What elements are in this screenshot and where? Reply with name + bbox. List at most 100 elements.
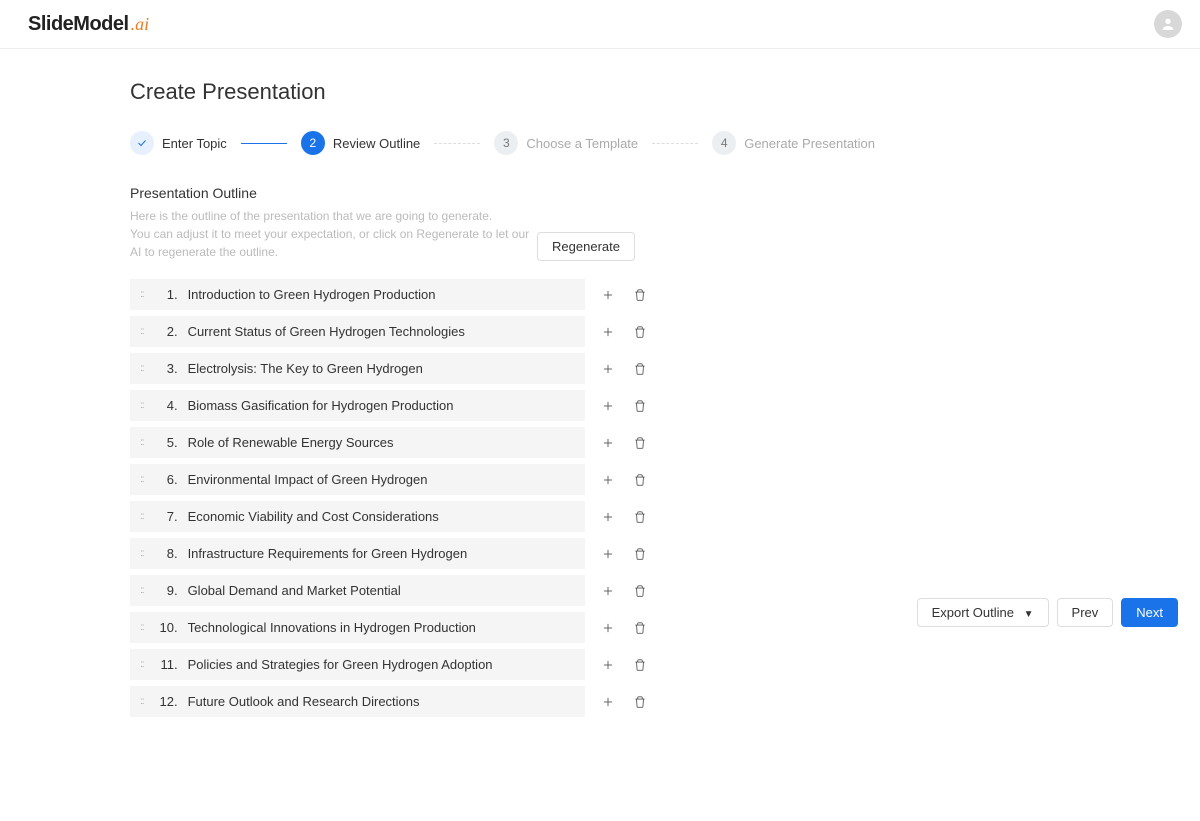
delete-slide-button[interactable] [631,323,649,341]
outline-item[interactable]: ::8.Infrastructure Requirements for Gree… [130,538,585,569]
add-slide-button[interactable] [599,545,617,563]
add-slide-button[interactable] [599,360,617,378]
item-text: Infrastructure Requirements for Green Hy… [188,546,573,561]
delete-slide-button[interactable] [631,508,649,526]
outline-row: ::1.Introduction to Green Hydrogen Produ… [130,279,875,310]
delete-slide-button[interactable] [631,693,649,711]
row-actions [599,545,649,563]
drag-handle-icon[interactable]: :: [140,363,144,374]
prev-button[interactable]: Prev [1057,598,1114,627]
add-slide-button[interactable] [599,286,617,304]
page-title: Create Presentation [130,79,875,105]
delete-slide-button[interactable] [631,582,649,600]
outline-row: ::9. Global Demand and Market Potential [130,575,875,606]
delete-slide-button[interactable] [631,656,649,674]
step-review-outline[interactable]: 2 Review Outline [301,131,420,155]
plus-icon [601,288,615,302]
outline-item[interactable]: ::7.Economic Viability and Cost Consider… [130,501,585,532]
next-button[interactable]: Next [1121,598,1178,627]
drag-handle-icon[interactable]: :: [140,622,144,633]
drag-handle-icon[interactable]: :: [140,696,144,707]
step-label: Review Outline [333,136,420,151]
add-slide-button[interactable] [599,323,617,341]
delete-slide-button[interactable] [631,545,649,563]
item-text: Global Demand and Market Potential [188,583,573,598]
outline-item[interactable]: ::6.Environmental Impact of Green Hydrog… [130,464,585,495]
add-slide-button[interactable] [599,582,617,600]
drag-handle-icon[interactable]: :: [140,474,144,485]
outline-row: ::7.Economic Viability and Cost Consider… [130,501,875,532]
step-number: 3 [494,131,518,155]
outline-header: Presentation Outline Here is the outline… [130,185,635,261]
add-slide-button[interactable] [599,397,617,415]
step-label: Choose a Template [526,136,638,151]
trash-icon [633,288,647,302]
outline-row: ::12. Future Outlook and Research Directi… [130,686,875,717]
item-text: Future Outlook and Research Directions [188,694,573,709]
drag-handle-icon[interactable]: :: [140,659,144,670]
item-number: 9. [154,583,178,598]
step-generate-presentation: 4 Generate Presentation [712,131,875,155]
outline-item[interactable]: ::2.Current Status of Green Hydrogen Tec… [130,316,585,347]
drag-handle-icon[interactable]: :: [140,326,144,337]
plus-icon [601,621,615,635]
plus-icon [601,473,615,487]
drag-handle-icon[interactable]: :: [140,511,144,522]
item-text: Biomass Gasification for Hydrogen Produc… [188,398,573,413]
drag-handle-icon[interactable]: :: [140,585,144,596]
delete-slide-button[interactable] [631,619,649,637]
trash-icon [633,362,647,376]
delete-slide-button[interactable] [631,434,649,452]
row-actions [599,397,649,415]
logo[interactable]: SlideModel .ai [28,13,149,36]
delete-slide-button[interactable] [631,471,649,489]
item-number: 12. [154,694,178,709]
outline-list: ::1.Introduction to Green Hydrogen Produ… [130,279,875,717]
outline-item[interactable]: ::4.Biomass Gasification for Hydrogen Pr… [130,390,585,421]
export-label: Export Outline [932,605,1014,620]
add-slide-button[interactable] [599,434,617,452]
outline-item[interactable]: ::12. Future Outlook and Research Directi… [130,686,585,717]
add-slide-button[interactable] [599,508,617,526]
avatar-button[interactable] [1154,10,1182,38]
add-slide-button[interactable] [599,471,617,489]
drag-handle-icon[interactable]: :: [140,289,144,300]
plus-icon [601,547,615,561]
step-enter-topic[interactable]: Enter Topic [130,131,227,155]
drag-handle-icon[interactable]: :: [140,400,144,411]
add-slide-button[interactable] [599,656,617,674]
item-number: 11. [154,657,178,672]
drag-handle-icon[interactable]: :: [140,548,144,559]
drag-handle-icon[interactable]: :: [140,437,144,448]
item-number: 10. [154,620,178,635]
delete-slide-button[interactable] [631,360,649,378]
outline-item[interactable]: ::11.Policies and Strategies for Green H… [130,649,585,680]
regenerate-button[interactable]: Regenerate [537,232,635,261]
outline-item[interactable]: ::1.Introduction to Green Hydrogen Produ… [130,279,585,310]
add-slide-button[interactable] [599,693,617,711]
outline-item[interactable]: ::3. Electrolysis: The Key to Green Hydro… [130,353,585,384]
outline-item[interactable]: ::5.Role of Renewable Energy Sources [130,427,585,458]
step-connector [434,143,480,144]
stepper: Enter Topic 2 Review Outline 3 Choose a … [130,131,875,155]
export-outline-button[interactable]: Export Outline ▼ [917,598,1049,627]
add-slide-button[interactable] [599,619,617,637]
outline-row: ::2.Current Status of Green Hydrogen Tec… [130,316,875,347]
outline-item[interactable]: ::9. Global Demand and Market Potential [130,575,585,606]
row-actions [599,434,649,452]
outline-row: ::6.Environmental Impact of Green Hydrog… [130,464,875,495]
delete-slide-button[interactable] [631,286,649,304]
delete-slide-button[interactable] [631,397,649,415]
outline-row: ::11.Policies and Strategies for Green H… [130,649,875,680]
plus-icon [601,658,615,672]
user-icon [1160,16,1176,32]
check-icon [136,137,148,149]
item-number: 7. [154,509,178,524]
outline-item[interactable]: ::10.Technological Innovations in Hydrog… [130,612,585,643]
item-text: Electrolysis: The Key to Green Hydrogen [188,361,573,376]
plus-icon [601,325,615,339]
item-number: 3. [154,361,178,376]
row-actions [599,471,649,489]
trash-icon [633,658,647,672]
plus-icon [601,584,615,598]
